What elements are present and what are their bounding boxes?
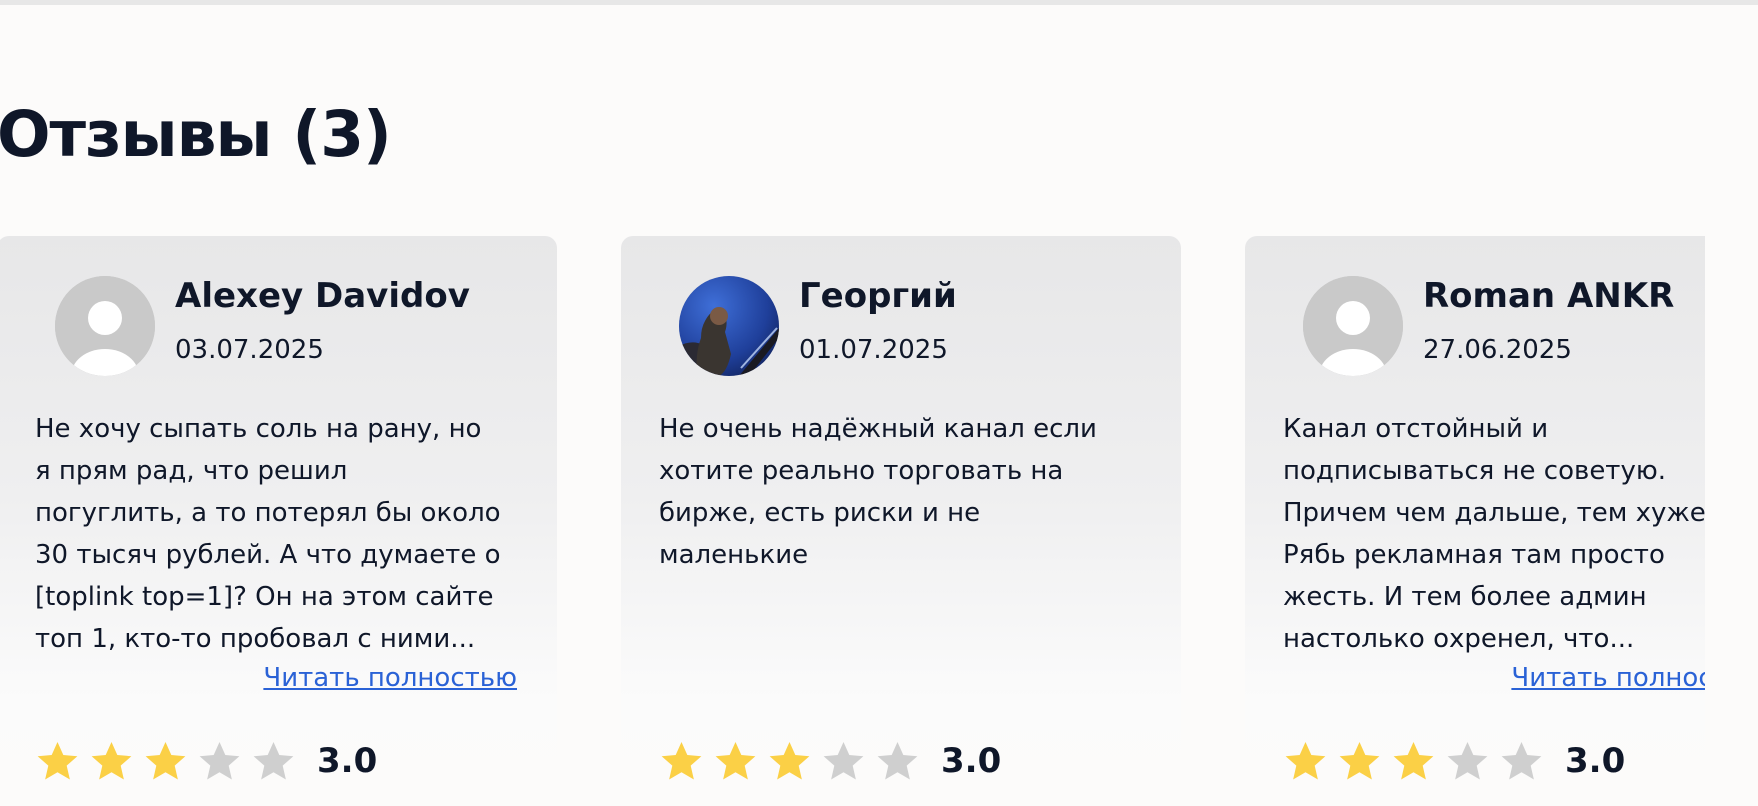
default-user-icon [1303, 276, 1403, 376]
star-empty-icon [1501, 741, 1542, 779]
star-filled-icon [661, 741, 702, 779]
rating-score: 3.0 [317, 741, 378, 781]
review-date: 27.06.2025 [1423, 335, 1572, 365]
reviews-carousel: Alexey Davidov 03.07.2025 Не хочу сыпать… [0, 236, 1705, 806]
star-empty-icon [253, 741, 294, 779]
star-filled-icon [145, 741, 186, 779]
top-divider [0, 0, 1758, 5]
review-card: Георгий 01.07.2025 Не очень надёжный кан… [621, 236, 1181, 806]
review-text: Не очень надёжный канал если хотите реал… [659, 414, 1097, 570]
review-date: 01.07.2025 [799, 335, 948, 365]
star-filled-icon [1393, 741, 1434, 779]
user-photo [679, 276, 779, 376]
star-filled-icon [715, 741, 756, 779]
reviewer-name: Alexey Davidov [175, 276, 470, 316]
star-rating: 3.0 [659, 736, 1001, 786]
review-card: Roman ANKR 27.06.2025 Канал отстойный и … [1245, 236, 1705, 806]
reviewer-name: Георгий [799, 276, 957, 316]
star-empty-icon [877, 741, 918, 779]
star-filled-icon [91, 741, 132, 779]
section-title: Отзывы (3) [0, 98, 392, 171]
star-empty-icon [199, 741, 240, 779]
review-text: Не хочу сыпать соль на рану, но я прям р… [35, 414, 501, 654]
reviews-track: Alexey Davidov 03.07.2025 Не хочу сыпать… [0, 236, 1705, 806]
star-empty-icon [1447, 741, 1488, 779]
rating-score: 3.0 [1565, 741, 1626, 781]
star-filled-icon [1339, 741, 1380, 779]
review-card: Alexey Davidov 03.07.2025 Не хочу сыпать… [0, 236, 557, 806]
reviewer-name: Roman ANKR [1423, 276, 1675, 316]
default-user-icon [55, 276, 155, 376]
star-empty-icon [823, 741, 864, 779]
read-more-link[interactable]: Читать полностью [263, 663, 517, 693]
star-filled-icon [1285, 741, 1326, 779]
rating-score: 3.0 [941, 741, 1002, 781]
star-filled-icon [37, 741, 78, 779]
read-more-link[interactable]: Читать полностью [1511, 663, 1705, 693]
review-text: Канал отстойный и подписываться не совет… [1283, 414, 1705, 654]
review-date: 03.07.2025 [175, 335, 324, 365]
star-rating: 3.0 [1283, 736, 1625, 786]
star-rating: 3.0 [35, 736, 377, 786]
star-filled-icon [769, 741, 810, 779]
